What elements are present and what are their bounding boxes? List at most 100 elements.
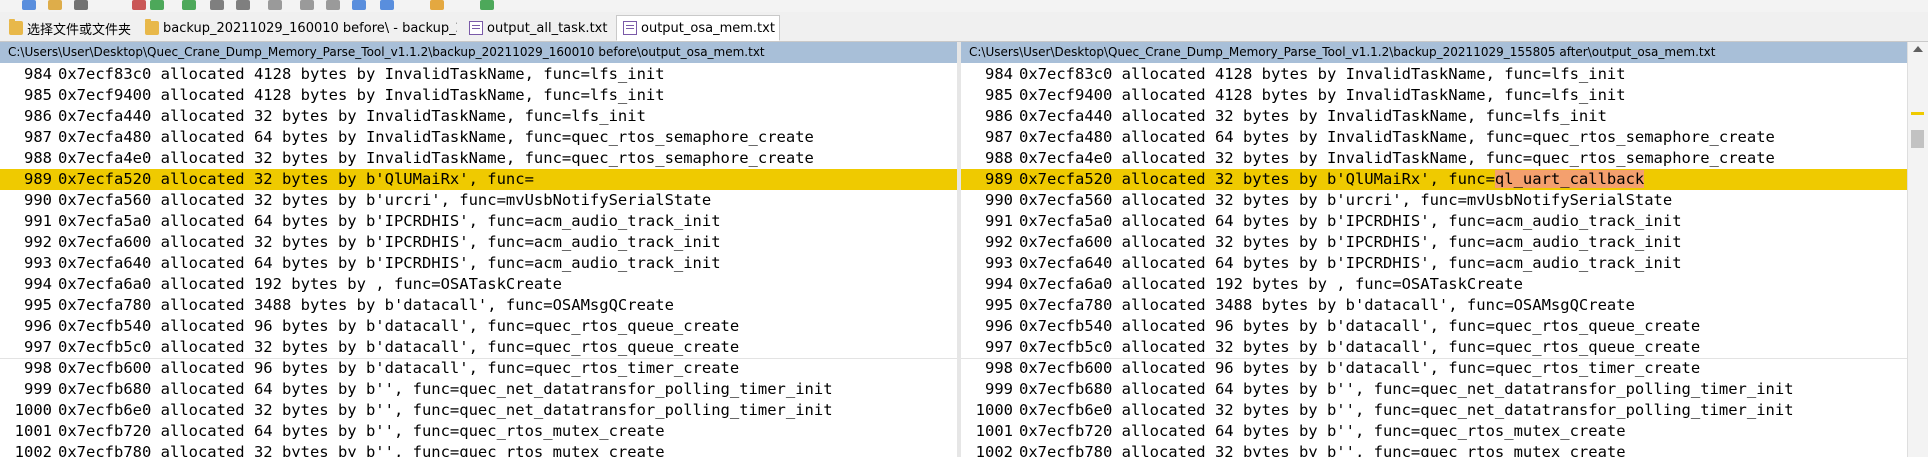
separator bbox=[961, 358, 1907, 359]
line-text: 0x7ecfa6a0 allocated 192 bytes by , func… bbox=[58, 275, 562, 293]
line-text: 0x7ecfa4e0 allocated 32 bytes by Invalid… bbox=[1019, 149, 1775, 167]
line-text: 0x7ecfb600 allocated 96 bytes by b'datac… bbox=[1019, 359, 1701, 377]
open-icon[interactable] bbox=[48, 0, 62, 10]
line-text: 0x7ecfb720 allocated 64 bytes by b'', fu… bbox=[58, 422, 665, 440]
diff-line[interactable]: 992 0x7ecfa600 allocated 32 bytes by b'IP… bbox=[961, 232, 1907, 253]
diff-marker bbox=[1911, 112, 1924, 115]
line-text: 0x7ecfa520 allocated 32 bytes by b'QlUMa… bbox=[1019, 170, 1495, 188]
diff-line[interactable]: 1000 0x7ecfb6e0 allocated 32 bytes by b''… bbox=[0, 400, 957, 421]
right-file-pane[interactable]: C:\Users\User\Desktop\Quec_Crane_Dump_Me… bbox=[961, 42, 1907, 457]
diff-line[interactable]: 997 0x7ecfb5c0 allocated 32 bytes by b'da… bbox=[0, 337, 957, 358]
new-file-icon[interactable] bbox=[22, 0, 36, 10]
tab-select-files[interactable]: 选择文件或文件夹 bbox=[2, 15, 132, 41]
line-number: 987 bbox=[24, 128, 52, 146]
tab-label: 选择文件或文件夹 bbox=[27, 22, 132, 38]
diff-line[interactable]: 994 0x7ecfa6a0 allocated 192 bytes by , f… bbox=[0, 274, 957, 295]
changed-segment: ql_uart_callback bbox=[1494, 170, 1645, 188]
line-number: 997 bbox=[985, 338, 1013, 356]
line-number: 994 bbox=[24, 275, 52, 293]
diff-line[interactable]: 1002 0x7ecfb780 allocated 32 bytes by b''… bbox=[961, 442, 1907, 457]
diff-line[interactable]: 993 0x7ecfa640 allocated 64 bytes by b'IP… bbox=[961, 253, 1907, 274]
line-number: 991 bbox=[24, 212, 52, 230]
diff-line[interactable]: 986 0x7ecfa440 allocated 32 bytes by Inva… bbox=[0, 106, 957, 127]
line-text: 0x7ecfa600 allocated 32 bytes by b'IPCRD… bbox=[1019, 233, 1682, 251]
line-number: 985 bbox=[985, 86, 1013, 104]
diff-line[interactable]: 986 0x7ecfa440 allocated 32 bytes by Inva… bbox=[961, 106, 1907, 127]
line-number: 986 bbox=[985, 107, 1013, 125]
tab-output-all-task[interactable]: output_all_task.txt x 2 bbox=[462, 15, 612, 41]
line-number: 1000 bbox=[14, 401, 52, 419]
diff-line[interactable]: 987 0x7ecfa480 allocated 64 bytes by Inva… bbox=[961, 127, 1907, 148]
vertical-scrollbar[interactable] bbox=[1907, 42, 1928, 457]
diff-line[interactable]: 988 0x7ecfa4e0 allocated 32 bytes by Inva… bbox=[0, 148, 957, 169]
diff-line[interactable]: 994 0x7ecfa6a0 allocated 192 bytes by , f… bbox=[961, 274, 1907, 295]
undo-icon[interactable] bbox=[132, 0, 146, 10]
copy-left-icon[interactable] bbox=[182, 0, 196, 10]
line-text: 0x7ecfa4e0 allocated 32 bytes by Invalid… bbox=[58, 149, 814, 167]
diff-line[interactable]: 1001 0x7ecfb720 allocated 64 bytes by b''… bbox=[961, 421, 1907, 442]
tab-folder-compare[interactable]: backup_20211029_160010 before\ - backup_… bbox=[138, 15, 458, 41]
copy-right-icon[interactable] bbox=[210, 0, 224, 10]
line-number: 1002 bbox=[975, 443, 1013, 457]
last-diff-icon[interactable] bbox=[326, 0, 340, 10]
line-text: 0x7ecfa480 allocated 64 bytes by Invalid… bbox=[58, 128, 814, 146]
line-number: 984 bbox=[24, 65, 52, 83]
tab-output-osa-mem[interactable]: output_osa_mem.txt x 2 bbox=[616, 15, 780, 41]
diff-line[interactable]: 996 0x7ecfb540 allocated 96 bytes by b'da… bbox=[961, 316, 1907, 337]
diff-line[interactable]: 992 0x7ecfa600 allocated 32 bytes by b'IP… bbox=[0, 232, 957, 253]
diff-line[interactable]: 1002 0x7ecfb780 allocated 32 bytes by b''… bbox=[0, 442, 957, 457]
redo-icon[interactable] bbox=[150, 0, 164, 10]
line-number: 998 bbox=[24, 359, 52, 377]
diff-line[interactable]: 995 0x7ecfa780 allocated 3488 bytes by b'… bbox=[0, 295, 957, 316]
folder-icon bbox=[9, 19, 23, 35]
diff-line-changed[interactable]: 989 0x7ecfa520 allocated 32 bytes by b'Ql… bbox=[0, 169, 957, 190]
diff-line-changed[interactable]: 989 0x7ecfa520 allocated 32 bytes by b'Ql… bbox=[961, 169, 1907, 190]
diff-line[interactable]: 987 0x7ecfa480 allocated 64 bytes by Inva… bbox=[0, 127, 957, 148]
diff-line[interactable]: 984 0x7ecf83c0 allocated 4128 bytes by In… bbox=[0, 64, 957, 85]
scroll-up-arrow-icon[interactable] bbox=[1913, 46, 1923, 52]
diff-line[interactable]: 1000 0x7ecfb6e0 allocated 32 bytes by b''… bbox=[961, 400, 1907, 421]
next-diff-icon[interactable] bbox=[268, 0, 282, 10]
left-file-pane[interactable]: C:\Users\User\Desktop\Quec_Crane_Dump_Me… bbox=[0, 42, 957, 457]
diff-line[interactable]: 999 0x7ecfb680 allocated 64 bytes by b'',… bbox=[961, 379, 1907, 400]
diff-line[interactable]: 1001 0x7ecfb720 allocated 64 bytes by b''… bbox=[0, 421, 957, 442]
line-number: 992 bbox=[985, 233, 1013, 251]
diff-line[interactable]: 998 0x7ecfb600 allocated 96 bytes by b'da… bbox=[0, 358, 957, 379]
line-number: 988 bbox=[985, 149, 1013, 167]
save-icon[interactable] bbox=[74, 0, 88, 10]
line-number: 1001 bbox=[14, 422, 52, 440]
left-lines: 984 0x7ecf83c0 allocated 4128 bytes by In… bbox=[0, 64, 957, 457]
diff-line[interactable]: 995 0x7ecfa780 allocated 3488 bytes by b'… bbox=[961, 295, 1907, 316]
first-diff-icon[interactable] bbox=[300, 0, 314, 10]
diff-line[interactable]: 996 0x7ecfb540 allocated 96 bytes by b'da… bbox=[0, 316, 957, 337]
diff-line[interactable]: 985 0x7ecf9400 allocated 4128 bytes by In… bbox=[0, 85, 957, 106]
diff-line[interactable]: 998 0x7ecfb600 allocated 96 bytes by b'da… bbox=[961, 358, 1907, 379]
line-number: 992 bbox=[24, 233, 52, 251]
line-text: 0x7ecfb540 allocated 96 bytes by b'datac… bbox=[1019, 317, 1701, 335]
refresh-icon[interactable] bbox=[480, 0, 494, 10]
line-text: 0x7ecfa6a0 allocated 192 bytes by , func… bbox=[1019, 275, 1523, 293]
line-number: 993 bbox=[985, 254, 1013, 272]
diff-line[interactable]: 990 0x7ecfa560 allocated 32 bytes by b'ur… bbox=[0, 190, 957, 211]
diff-line[interactable]: 991 0x7ecfa5a0 allocated 64 bytes by b'IP… bbox=[0, 211, 957, 232]
compare-icon[interactable] bbox=[380, 0, 394, 10]
diff-line[interactable]: 990 0x7ecfa560 allocated 32 bytes by b'ur… bbox=[961, 190, 1907, 211]
file-compare-icon bbox=[623, 21, 637, 35]
line-number: 1000 bbox=[975, 401, 1013, 419]
line-number: 985 bbox=[24, 86, 52, 104]
line-text: 0x7ecfb5c0 allocated 32 bytes by b'datac… bbox=[1019, 338, 1701, 356]
diff-line[interactable]: 988 0x7ecfa4e0 allocated 32 bytes by Inva… bbox=[961, 148, 1907, 169]
options-icon[interactable] bbox=[430, 0, 444, 10]
merge-icon[interactable] bbox=[352, 0, 366, 10]
diff-line[interactable]: 991 0x7ecfa5a0 allocated 64 bytes by b'IP… bbox=[961, 211, 1907, 232]
prev-diff-icon[interactable] bbox=[236, 0, 250, 10]
diff-line[interactable]: 984 0x7ecf83c0 allocated 4128 bytes by In… bbox=[961, 64, 1907, 85]
diff-line[interactable]: 997 0x7ecfb5c0 allocated 32 bytes by b'da… bbox=[961, 337, 1907, 358]
scrollbar-thumb[interactable] bbox=[1911, 130, 1924, 148]
diff-line[interactable]: 993 0x7ecfa640 allocated 64 bytes by b'IP… bbox=[0, 253, 957, 274]
line-number: 994 bbox=[985, 275, 1013, 293]
diff-line[interactable]: 999 0x7ecfb680 allocated 64 bytes by b'',… bbox=[0, 379, 957, 400]
right-file-path: C:\Users\User\Desktop\Quec_Crane_Dump_Me… bbox=[961, 42, 1907, 63]
diff-line[interactable]: 985 0x7ecf9400 allocated 4128 bytes by In… bbox=[961, 85, 1907, 106]
line-number: 995 bbox=[985, 296, 1013, 314]
